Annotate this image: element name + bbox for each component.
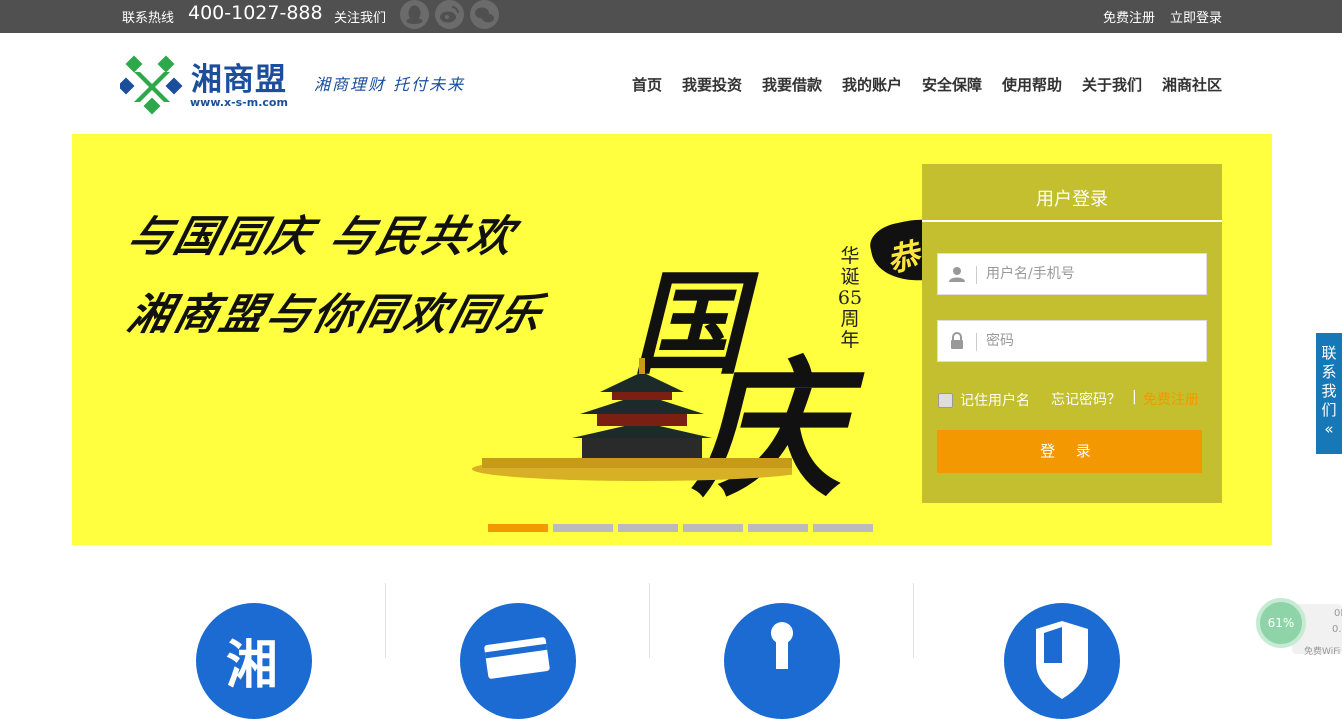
qq-icon[interactable] [400, 0, 429, 29]
top-register-link[interactable]: 免费注册 [1103, 7, 1155, 26]
collapse-arrow-icon: « [1324, 420, 1334, 438]
contact-tab-char: 们 [1321, 401, 1337, 419]
password-input[interactable] [986, 329, 1196, 353]
top-login-link[interactable]: 立即登录 [1170, 7, 1222, 26]
logo-text: 湘商盟 [191, 62, 287, 98]
banner-line-2: 湘商盟与你同欢同乐 [122, 290, 550, 340]
banner-dot-6[interactable] [813, 524, 873, 532]
password-field[interactable] [937, 320, 1207, 362]
top-bar: 联系热线 400-1027-888 关注我们 免费注册 立即登录 [0, 0, 1342, 33]
site-header: 湘商盟 www.x-s-m.com 湘商理财 托付未来 首页 我要投资 我要借款… [0, 33, 1342, 133]
forgot-password-link[interactable]: 忘记密码？ [1051, 389, 1121, 409]
login-title: 用户登录 [1036, 189, 1108, 210]
widget-label: 免费WiFi [1304, 647, 1341, 657]
banner-dot-3[interactable] [618, 524, 678, 532]
contact-tab-char: 系 [1321, 363, 1337, 381]
nav-community[interactable]: 湘商社区 [1162, 74, 1222, 95]
feature-stamp-icon[interactable] [724, 603, 840, 719]
free-register-link[interactable]: 免费注册 [1143, 389, 1199, 409]
banner-line-1: 与国同庆 与民共欢 [122, 212, 522, 262]
nav-security[interactable]: 安全保障 [922, 74, 982, 95]
nav-account[interactable]: 我的账户 [842, 74, 902, 95]
weibo-icon[interactable] [435, 0, 464, 29]
widget-upload: 0K [1334, 608, 1342, 619]
nav-invest[interactable]: 我要投资 [682, 74, 742, 95]
feature-xiang-glyph: 湘 [226, 636, 279, 696]
widget-download: 0.09 [1332, 624, 1342, 635]
shield-icon [1036, 621, 1088, 699]
banner-anniversary-text: 华诞65周年 [837, 245, 863, 351]
banner-dot-5[interactable] [748, 524, 808, 532]
nav-help[interactable]: 使用帮助 [1002, 74, 1062, 95]
logo-url: www.x-s-m.com [190, 96, 288, 109]
feature-card-icon[interactable] [460, 603, 576, 719]
lock-icon [951, 332, 963, 349]
banner-dot-4[interactable] [683, 524, 743, 532]
login-title-divider [922, 220, 1222, 222]
contact-tab-char: 我 [1321, 382, 1337, 400]
hotline-phone: 400-1027-888 [188, 2, 323, 24]
nav-about[interactable]: 关于我们 [1082, 74, 1142, 95]
user-icon [949, 267, 965, 282]
feature-shield-icon[interactable] [1004, 603, 1120, 719]
username-input[interactable] [986, 262, 1196, 286]
hotline-label: 联系热线 [122, 11, 175, 26]
banner-dot-2[interactable] [553, 524, 613, 532]
feature-xiang-icon[interactable]: 湘 [196, 603, 312, 719]
contact-tab-char: 联 [1321, 344, 1337, 362]
remember-label[interactable]: 记住用户名 [960, 390, 1030, 410]
nav-home[interactable]: 首页 [632, 74, 662, 95]
feature-divider [385, 583, 386, 658]
wifi-speed-widget[interactable]: 0K 0.09 免费WiFi 61% [1252, 598, 1342, 658]
hero-banner[interactable]: 与国同庆 与民共欢 湘商盟与你同欢同乐 国 庆 华诞65周年 恭贺 用户登录 用… [72, 134, 1272, 545]
card-icon [484, 637, 550, 679]
link-separator: | [1132, 389, 1137, 405]
feature-divider [649, 583, 650, 658]
logo-mark-icon [120, 55, 183, 115]
banner-dot-1[interactable] [488, 524, 548, 532]
username-separator [976, 266, 977, 284]
features-section: 湘 [0, 545, 1342, 719]
password-separator [976, 333, 977, 351]
username-field[interactable] [937, 253, 1207, 295]
login-button[interactable]: 登 录 [937, 430, 1202, 473]
wechat-icon[interactable] [470, 0, 499, 29]
logo-slogan: 湘商理财 托付未来 [314, 75, 466, 94]
site-logo[interactable]: 湘商盟 www.x-s-m.com 湘商理财 托付未来 [120, 54, 480, 116]
temple-of-heaven-image [472, 358, 792, 481]
nav-borrow[interactable]: 我要借款 [762, 74, 822, 95]
feature-divider [913, 583, 914, 658]
contact-us-tab[interactable]: 联 系 我 们 « [1316, 333, 1342, 454]
remember-checkbox[interactable] [938, 393, 953, 408]
stamp-icon [771, 622, 793, 669]
login-panel: 用户登录 记住用户名 忘记密码？ | 免费注册 登 录 [922, 164, 1222, 503]
widget-percent: 61% [1256, 598, 1306, 648]
follow-label: 关注我们 [334, 11, 387, 26]
